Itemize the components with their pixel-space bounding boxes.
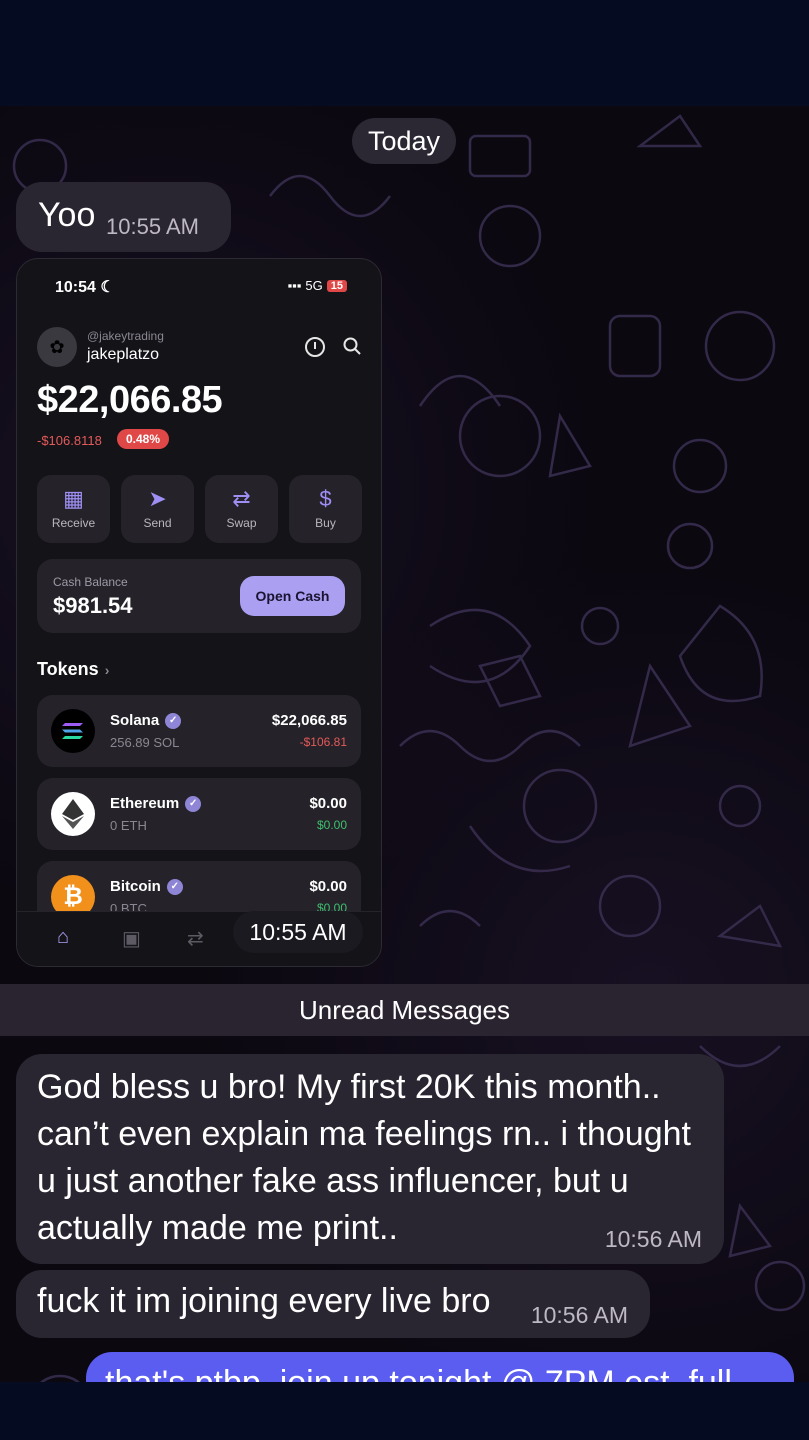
bottom-bar bbox=[0, 1382, 809, 1440]
token-row-ethereum: Ethereum ✓ 0 ETH $0.00 $0.00 bbox=[37, 778, 361, 850]
token-amount: 0 ETH bbox=[110, 818, 147, 833]
message-time: 10:56 AM bbox=[530, 1302, 628, 1328]
message-text: God bless u bro! My first 20K this month… bbox=[37, 1068, 691, 1247]
swap-button: ⇄ Swap bbox=[205, 475, 278, 543]
token-value: $0.00 bbox=[309, 795, 347, 812]
open-cash-button: Open Cash bbox=[240, 576, 345, 616]
ethereum-logo-icon bbox=[51, 792, 95, 836]
token-name: Ethereum bbox=[110, 795, 180, 812]
portfolio-balance: $22,066.85 bbox=[37, 379, 223, 421]
send-button: ➤ Send bbox=[121, 475, 194, 543]
balance-change: -$106.8118 bbox=[37, 433, 102, 448]
collectibles-icon: ▣ bbox=[122, 928, 141, 950]
verified-icon: ✓ bbox=[166, 879, 183, 896]
home-icon: ⌂ bbox=[57, 926, 70, 948]
message-time: 10:55 AM bbox=[233, 911, 363, 953]
tokens-heading: Tokens › bbox=[37, 659, 110, 679]
token-value: $22,066.85 bbox=[271, 712, 347, 729]
phone-status-icons: ▪▪▪ 5G 15 bbox=[288, 278, 347, 293]
token-name: Solana bbox=[110, 712, 160, 729]
message-time: 10:56 AM bbox=[604, 1226, 702, 1252]
wallet-screenshot-image[interactable]: 10:54 ☾ ▪▪▪ 5G 15 ✿ @jakeytrading jakepl… bbox=[16, 258, 382, 967]
chat-area[interactable]: Today Yoo 10:55 AM 10:54 ☾ ▪▪▪ 5G 15 ✿ @… bbox=[0, 106, 809, 1382]
qr-icon: ▦ bbox=[63, 486, 84, 511]
chevron-right-icon: › bbox=[104, 662, 110, 678]
cash-balance-label: Cash Balance bbox=[53, 575, 128, 589]
swap-nav-icon: ⇄ bbox=[187, 928, 204, 950]
outgoing-message[interactable]: that's ptbp. join up tonight @ 7PM est. … bbox=[86, 1352, 794, 1382]
solana-logo-icon bbox=[51, 709, 95, 753]
cash-balance-value: $981.54 bbox=[53, 593, 133, 618]
message-text: Yoo bbox=[38, 196, 96, 234]
cash-balance-card: Cash Balance $981.54 Open Cash bbox=[37, 559, 361, 633]
phone-status-time: 10:54 ☾ bbox=[55, 279, 115, 296]
incoming-message[interactable]: God bless u bro! My first 20K this month… bbox=[16, 1054, 724, 1264]
token-value: $0.00 bbox=[309, 878, 347, 895]
incoming-message[interactable]: fuck it im joining every live bro 10:56 … bbox=[16, 1270, 650, 1338]
account-username: jakeplatzo bbox=[87, 346, 160, 363]
message-text: that's ptbp. join up tonight @ 7PM est. … bbox=[105, 1364, 732, 1382]
token-change: $0.00 bbox=[316, 818, 347, 832]
unread-messages-divider: Unread Messages bbox=[0, 984, 809, 1036]
receive-button: ▦ Receive bbox=[37, 475, 110, 543]
wallet-actions: ▦ Receive ➤ Send ⇄ Swap $ Buy bbox=[37, 475, 362, 543]
token-name: Bitcoin bbox=[110, 878, 161, 895]
send-icon: ➤ bbox=[148, 486, 167, 511]
change-percent-badge: 0.48% bbox=[117, 429, 170, 449]
moon-icon: ☾ bbox=[100, 279, 115, 296]
incoming-message[interactable]: Yoo 10:55 AM bbox=[16, 182, 231, 252]
top-bar bbox=[0, 0, 809, 106]
history-icon bbox=[305, 337, 325, 357]
search-icon bbox=[343, 337, 361, 355]
network-label: 5G bbox=[305, 278, 323, 293]
message-time: 10:55 AM bbox=[106, 214, 199, 239]
swap-icon: ⇄ bbox=[232, 486, 251, 511]
verified-icon: ✓ bbox=[165, 713, 182, 730]
token-amount: 256.89 SOL bbox=[110, 735, 180, 750]
dollar-icon: $ bbox=[319, 486, 332, 511]
date-separator: Today bbox=[352, 118, 456, 164]
avatar: ✿ bbox=[37, 327, 77, 367]
battery-icon: 15 bbox=[326, 279, 347, 292]
verified-icon: ✓ bbox=[185, 796, 202, 813]
signal-icon: ▪▪▪ bbox=[287, 278, 302, 293]
token-row-solana: Solana ✓ 256.89 SOL $22,066.85 -$106.81 bbox=[37, 695, 361, 767]
message-text: fuck it im joining every live bro bbox=[37, 1282, 491, 1320]
account-handle: @jakeytrading bbox=[87, 329, 164, 343]
token-change: -$106.81 bbox=[299, 735, 347, 749]
buy-button: $ Buy bbox=[289, 475, 362, 543]
